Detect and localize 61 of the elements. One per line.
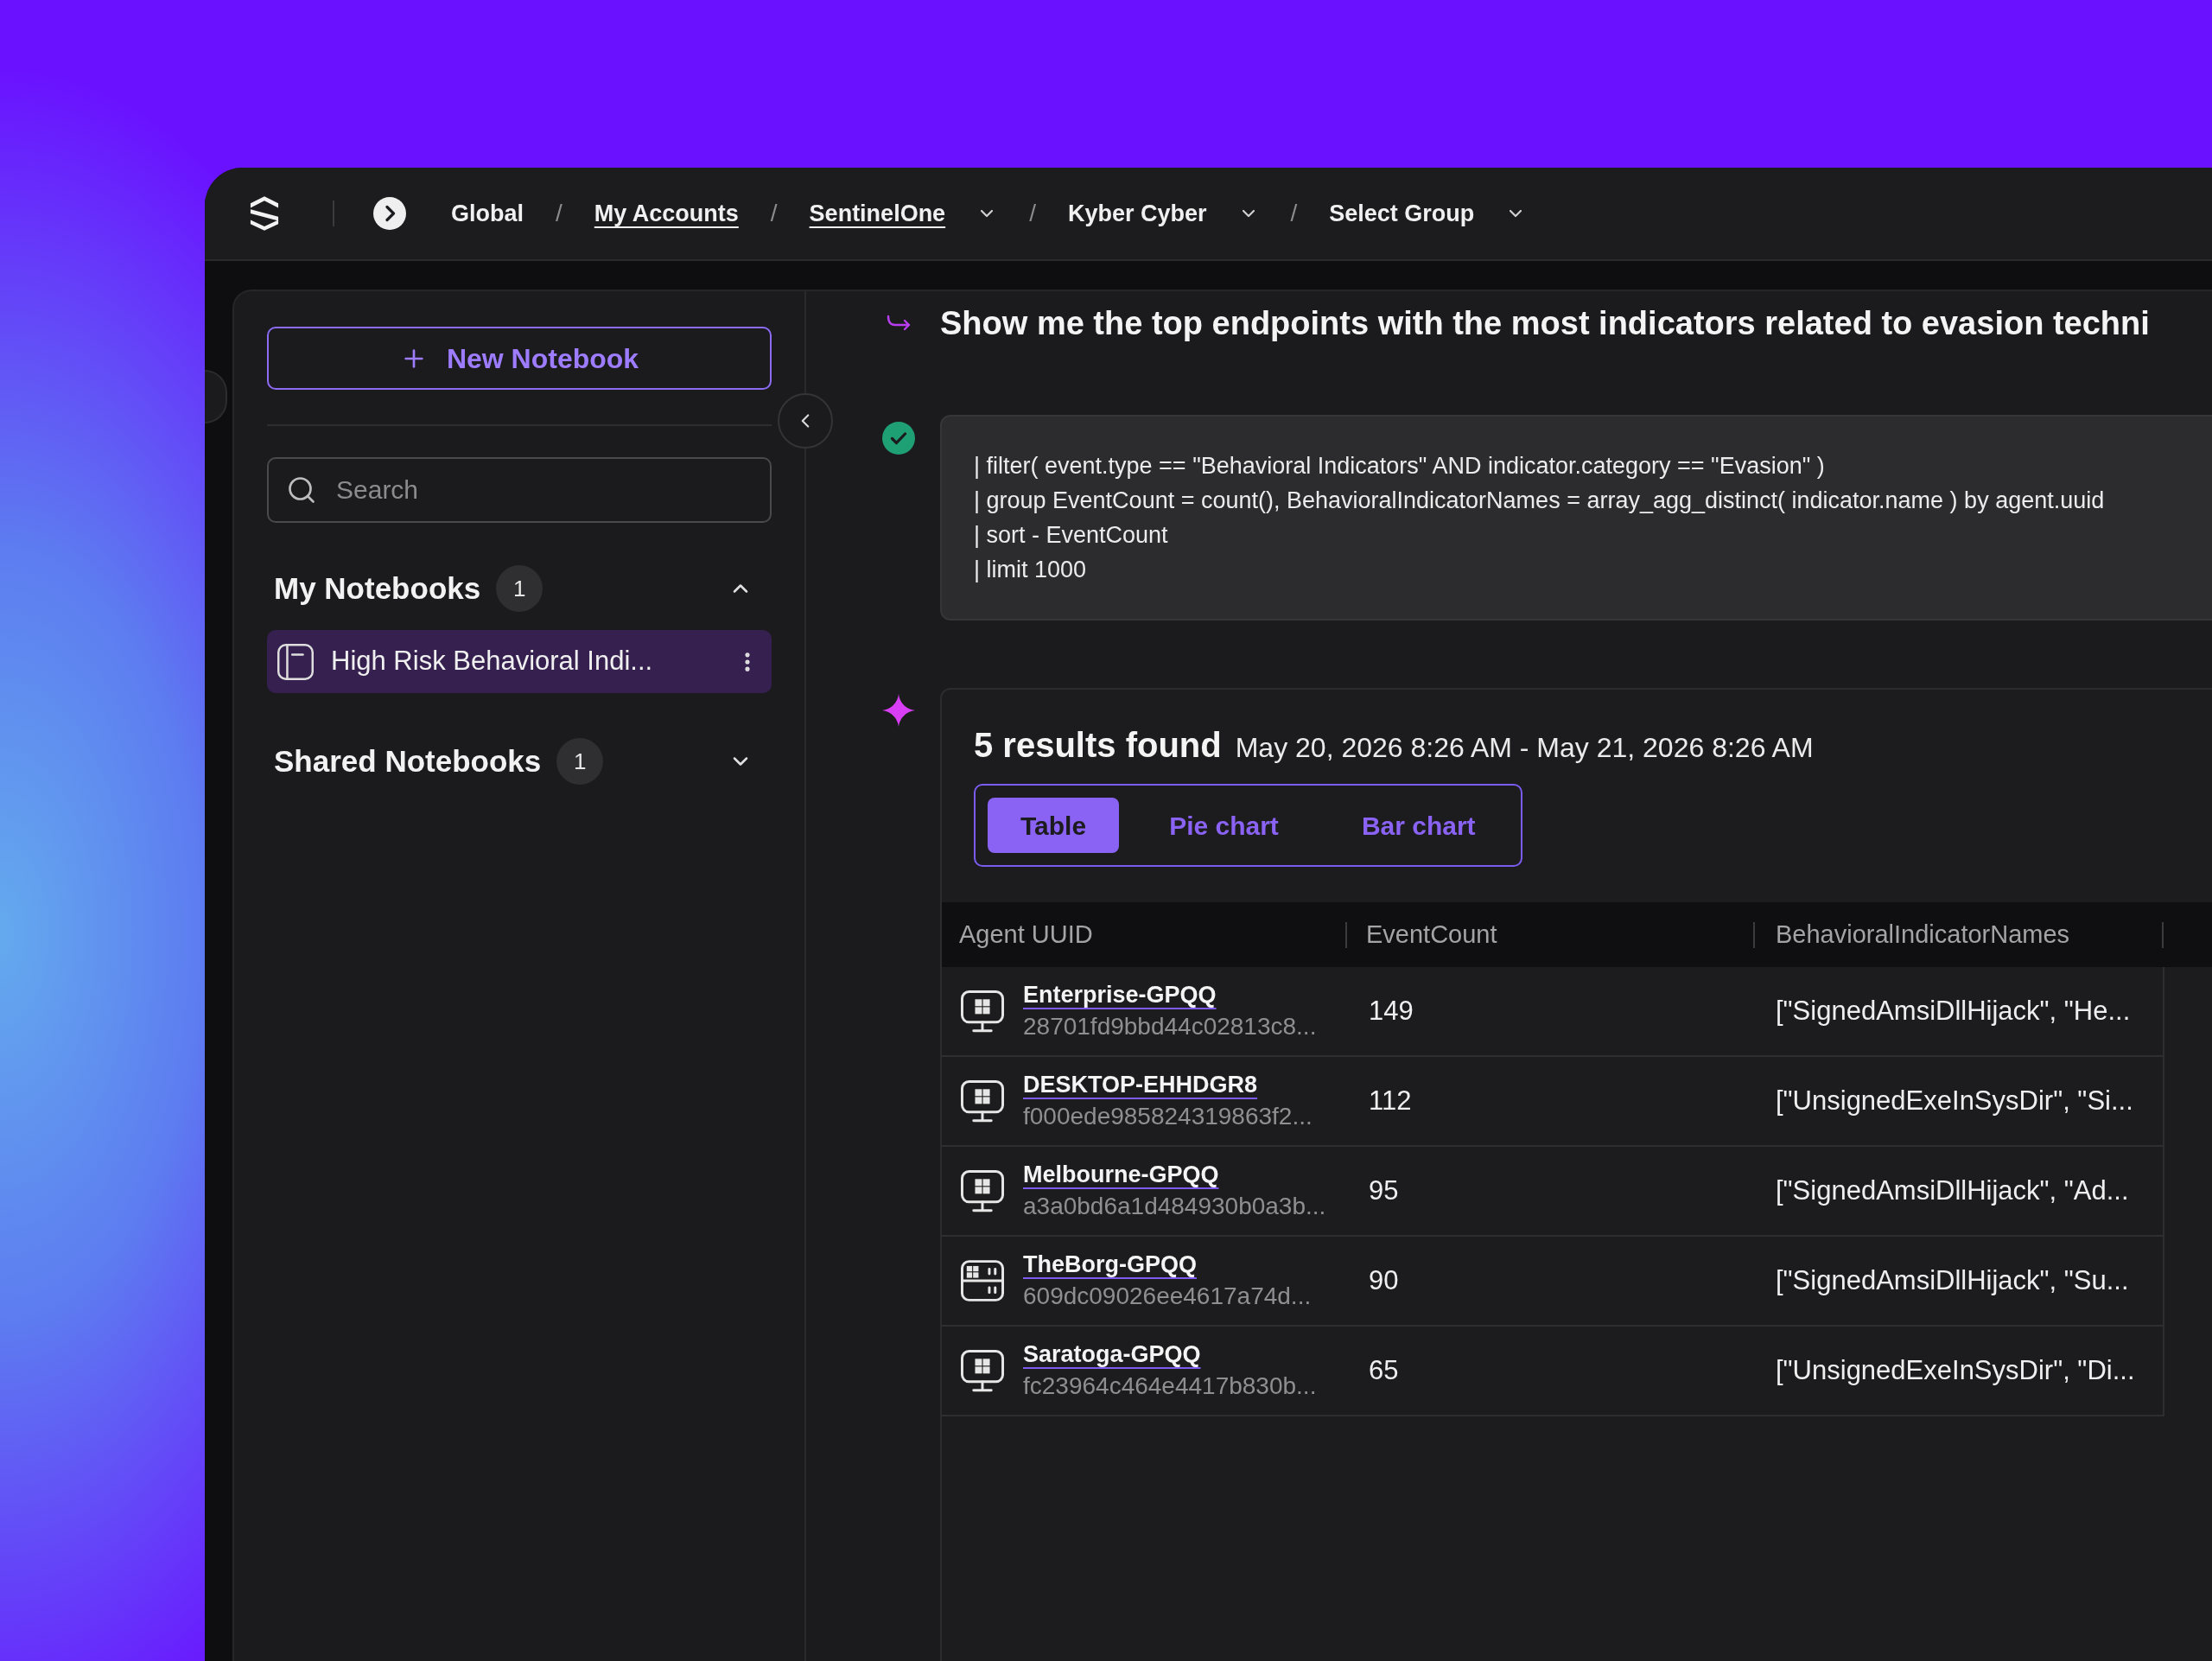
- results-count: 5 results found: [974, 725, 1222, 766]
- sparkle-icon: [882, 694, 915, 727]
- breadcrumb-dropdown[interactable]: Select Group: [1329, 195, 1527, 232]
- event-count: 112: [1369, 1085, 1412, 1116]
- query-line: | sort - EventCount: [974, 521, 1168, 550]
- logo-icon[interactable]: [250, 196, 279, 231]
- desktop-windows-icon: [961, 1079, 1004, 1123]
- desktop-windows-icon: [961, 1349, 1004, 1392]
- breadcrumb-separator: /: [770, 199, 778, 228]
- breadcrumb-link[interactable]: My Accounts: [594, 195, 739, 232]
- event-count: 149: [1369, 995, 1414, 1026]
- indicator-names: ["SignedAmsiDllHijack", "He...: [1776, 995, 2131, 1026]
- chevron-circle-icon[interactable]: [373, 197, 406, 230]
- time-range: May 20, 2026 8:26 AM - May 21, 2026 8:26 AM: [1235, 731, 1814, 765]
- event-count: 90: [1369, 1264, 1399, 1295]
- view-tab[interactable]: Table: [988, 798, 1120, 853]
- agent-uuid: fc23964c464e4417b830b...: [1023, 1371, 1317, 1401]
- desktop-windows-icon: [961, 1169, 1004, 1212]
- breadcrumb-separator: /: [1029, 199, 1036, 228]
- search-field[interactable]: Search: [267, 457, 772, 523]
- reply-arrow-icon: [886, 315, 912, 332]
- agent-uuid: a3a0bd6a1d484930b0a3b...: [1023, 1192, 1326, 1221]
- section-title: Shared Notebooks: [274, 742, 542, 780]
- count-badge: 1: [556, 738, 604, 785]
- agent-name-link[interactable]: Melbourne-GPQQ: [1023, 1159, 1219, 1190]
- agent-uuid: 28701fd9bbd44c02813c8...: [1023, 1012, 1317, 1041]
- event-count: 65: [1369, 1354, 1399, 1385]
- column-header: BehavioralIndicatorNames: [1776, 920, 2070, 948]
- indicator-names: ["UnsignedExeInSysDir", "Di...: [1776, 1354, 2135, 1385]
- prompt-text: Show me the top endpoints with the most indicators related to evasion techni: [940, 304, 2150, 343]
- section-title: My Notebooks: [274, 570, 481, 607]
- expand-handle[interactable]: [205, 370, 227, 423]
- view-tab[interactable]: Pie chart: [1136, 798, 1312, 853]
- indicator-names: ["UnsignedExeInSysDir", "Si...: [1776, 1085, 2133, 1116]
- agent-uuid: f000ede985824319863f2...: [1023, 1102, 1313, 1131]
- breadcrumb-separator: /: [1290, 199, 1298, 228]
- column-header: Agent UUID: [959, 920, 1093, 948]
- count-badge: 1: [496, 565, 543, 612]
- breadcrumb-separator: /: [556, 199, 563, 228]
- search-icon: [286, 474, 317, 506]
- event-count: 95: [1369, 1174, 1399, 1206]
- desktop-windows-icon: [961, 990, 1004, 1033]
- view-tab[interactable]: Bar chart: [1328, 798, 1509, 853]
- notebook-item[interactable]: High Risk Behavioral Indi...: [267, 630, 772, 693]
- breadcrumb-dropdown[interactable]: Kyber Cyber: [1067, 195, 1259, 232]
- query-line: | group EventCount = count(), BehavioralIndicatorNames = array_agg_distinct( indicator.name ) by agent.uuid: [974, 487, 2105, 515]
- notebook-icon: [277, 643, 314, 680]
- breadcrumb-link[interactable]: Global: [451, 195, 524, 232]
- agent-name-link[interactable]: Enterprise-GPQQ: [1023, 979, 1217, 1010]
- breadcrumb-dropdown[interactable]: SentinelOne: [809, 195, 998, 232]
- agent-name-link[interactable]: Saratoga-GPQQ: [1023, 1339, 1201, 1370]
- column-header: EventCount: [1366, 920, 1497, 948]
- indicator-names: ["SignedAmsiDllHijack", "Su...: [1776, 1264, 2129, 1295]
- agent-uuid: 609dc09026ee4617a74d...: [1023, 1282, 1312, 1311]
- query-line: | limit 1000: [974, 556, 1087, 584]
- agent-name-link[interactable]: TheBorg-GPQQ: [1023, 1249, 1197, 1280]
- new-notebook-button[interactable]: New Notebook: [267, 327, 772, 390]
- query-line: | filter( event.type == "Behavioral Indicators" AND indicator.category == "Evasion" ): [974, 452, 1825, 480]
- server-windows-icon: [961, 1260, 1004, 1301]
- agent-name-link[interactable]: DESKTOP-EHHDGR8: [1023, 1069, 1258, 1100]
- indicator-names: ["SignedAmsiDllHijack", "Ad...: [1776, 1174, 2129, 1206]
